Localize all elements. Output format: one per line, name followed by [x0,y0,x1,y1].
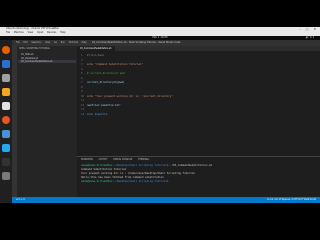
terminal-text: ./03_CommandSubstitution.sh [168,164,213,167]
status-bar: ⊗ 0 ⚠ 0 Ln 14, Col 13 Spaces: 4 UTF-8 LF… [12,197,320,203]
terminal-icon[interactable] [2,158,10,166]
code-line[interactable]: 8 [81,86,87,89]
help-icon[interactable] [2,130,10,138]
code-line[interactable]: 10 echo "Your present working dir is : $c… [81,95,173,98]
vscode-window: File Edit Selection View Go Run Terminal… [12,40,320,203]
code-line[interactable]: 5 # current_directory=`pwd` [81,72,126,75]
terminal-line: Your present working dir is : /home/nane… [81,172,195,175]
guest-desktop: Feb 1 14:05 🔊 ⏻ ▾ File Edit Selection Vi… [0,36,320,203]
code-line[interactable]: 6 [81,77,87,80]
terminal-text: Hello,this has been fetched from command… [81,176,164,179]
software-icon[interactable] [2,116,10,124]
line-number: 9 [81,90,83,93]
terminal-path: ~/Desktop/Shell Scripting Tutorial$ [113,164,169,167]
line-number: 2 [81,58,83,62]
terminal-line: Hello,this has been fetched from command… [81,176,164,179]
rhythmbox-icon[interactable] [2,88,10,96]
explorer-panel: SHELL SCRIPTING TUTORIAL 01_Hello.sh 02_… [17,46,77,197]
menu-run[interactable]: Run [61,41,65,44]
file-item-selected[interactable]: 03_CommandSubstitution.sh [18,60,76,63]
terminal-line: Command Substitution Tutorial [81,168,126,171]
code-text: #!/bin/bash [87,54,105,57]
code-line[interactable]: 3 echo "Command Substitution Tutorial" [81,63,143,66]
code-line[interactable]: 4 [81,68,87,71]
menu-terminal[interactable]: Terminal [69,41,78,44]
code-editor[interactable]: 03_CommandSubstitution.sh 1 #!/bin/bash 2 3… [77,46,320,156]
explorer-header[interactable]: SHELL SCRIPTING TUTORIAL [19,47,50,50]
vscode-icon[interactable] [2,144,10,152]
minimize-button[interactable]: – [299,27,301,31]
window-controls: – □ ✕ [295,27,316,31]
vbox-menu-devices[interactable]: Devices [47,31,56,34]
line-number: 8 [81,85,83,89]
terminal-prompt: nane@nane-VirtualBox: [81,164,114,167]
code-line[interactable]: 1 #!/bin/bash [81,54,104,57]
code-text: echo "Command Substitution Tutorial" [87,63,144,66]
code-text: newfile=`somefile.txt` [87,103,122,107]
code-line[interactable]: 2 [81,59,87,62]
vbox-menu-help[interactable]: Help [60,31,65,34]
menu-go[interactable]: Go [54,41,57,44]
vbox-menu-file[interactable]: File [6,31,10,34]
menu-selection[interactable]: Selection [31,41,41,44]
terminal-panel[interactable]: PROBLEMS OUTPUT DEBUG CONSOLE TERMINAL n… [77,156,320,198]
terminal-line: nane@nane-VirtualBox:~/Desktop/Shell Scr… [81,180,168,183]
line-number: 13 [81,108,85,111]
code-line[interactable]: 7 current_directory=$(pwd) [81,81,124,84]
code-line[interactable]: 9 [81,90,87,93]
menu-help[interactable]: Help [82,41,87,44]
code-line[interactable]: 14 echo $newfile [81,113,107,116]
tab-terminal[interactable]: TERMINAL [138,158,149,161]
vbox-menu-view[interactable]: View [28,31,34,34]
code-text: # current_directory=`pwd` [87,72,127,75]
code-line[interactable]: 12 newfile=`somefile.txt` [81,104,121,107]
menu-edit[interactable]: Edit [23,41,27,44]
line-number: 11 [81,99,85,102]
menu-file[interactable]: File [16,41,20,44]
virtualbox-window-bar: Ubuntu (Running) - Oracle VM VirtualBox … [0,27,320,36]
line-number: 4 [81,67,83,71]
code-text: echo $newfile [87,112,108,116]
vbox-menu-input[interactable]: Input [37,31,43,34]
terminal-line: nane@nane-VirtualBox:~/Desktop/Shell Scr… [81,164,212,167]
tab-debug-console[interactable]: DEBUG CONSOLE [113,158,132,161]
menu-view[interactable]: View [45,41,50,44]
tab-problems[interactable]: PROBLEMS [81,158,93,161]
vbox-menu-machine[interactable]: Machine [14,31,24,34]
virtualbox-menu: File Machine View Input Devices Help [6,31,69,35]
status-problems[interactable]: ⊗ 0 ⚠ 0 [16,197,25,203]
code-line[interactable]: 13 [81,108,87,111]
trash-icon[interactable] [2,172,10,180]
terminal-text: Your present working dir is : /home/nane… [81,172,195,175]
panel-tabs: PROBLEMS OUTPUT DEBUG CONSOLE TERMINAL [81,158,154,161]
editor-tab[interactable]: 03_CommandSubstitution.sh [77,46,115,51]
line-number: 6 [81,76,83,80]
firefox-icon[interactable] [2,46,10,54]
ubuntu-dock [0,40,12,203]
code-line[interactable]: 11 [81,99,87,102]
libreoffice-icon[interactable] [2,102,10,110]
thunderbird-icon[interactable] [2,60,10,68]
terminal-prompt: nane@nane-VirtualBox: [81,180,114,183]
maximize-button[interactable]: □ [306,27,309,31]
editor-tabs: 03_CommandSubstitution.sh [77,46,320,51]
status-info[interactable]: Ln 14, Col 13 Spaces: 4 UTF-8 LF Shell S… [267,197,316,203]
terminal-path: ~/Desktop/Shell Scripting Tutorial$ [113,180,169,183]
screen-frame: Ubuntu (Running) - Oracle VM VirtualBox … [0,0,320,240]
code-text: echo "Your present working dir is : $cur… [87,94,173,98]
close-button[interactable]: ✕ [313,27,316,31]
terminal-text: Command Substitution Tutorial [81,168,127,171]
tab-output[interactable]: OUTPUT [99,158,108,161]
files-icon[interactable] [2,74,10,82]
code-text: current_directory=$(pwd) [87,81,125,84]
